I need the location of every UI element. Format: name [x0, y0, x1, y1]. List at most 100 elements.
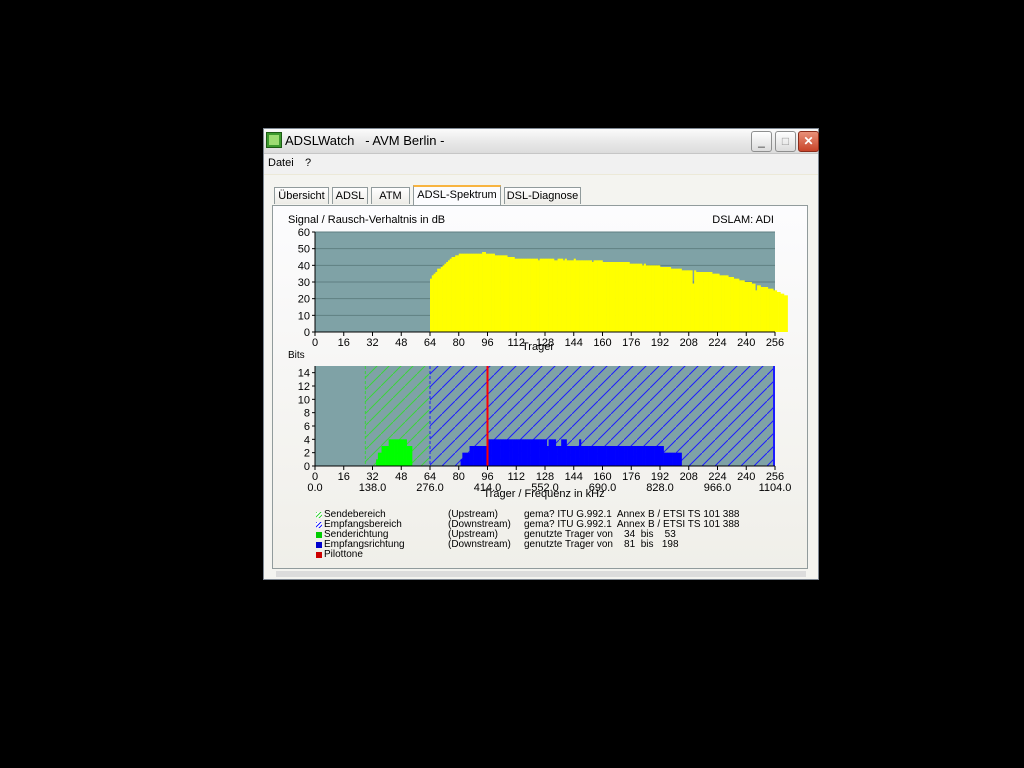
snr-bar: [771, 288, 774, 332]
snr-bar: [649, 265, 652, 332]
minimize-button[interactable]: _: [751, 131, 772, 152]
bits-bar-empfangsrichtung: [604, 446, 607, 466]
tab-adsl[interactable]: ADSL: [332, 187, 368, 204]
snr-bar: [431, 275, 434, 332]
bits-bar-empfangsrichtung: [469, 446, 472, 466]
snr-y-tick-label: 30: [298, 277, 310, 289]
snr-x-tick-label: 96: [481, 337, 493, 349]
snr-bar: [552, 258, 555, 332]
snr-bar: [539, 258, 542, 332]
legend-swatch-pilottone: [316, 552, 322, 558]
bits-bar-empfangsrichtung: [593, 446, 596, 466]
bits-y-tick-label: 14: [298, 368, 310, 380]
bits-bar-empfangsrichtung: [571, 446, 575, 466]
bits-bar-empfangsrichtung: [570, 446, 573, 466]
legend-direction: (Downstream): [448, 539, 511, 550]
tab-dsl-diagnose[interactable]: DSL-Diagnose: [504, 187, 581, 204]
snr-bar: [634, 263, 637, 332]
snr-bar: [548, 258, 551, 332]
snr-bar: [580, 260, 584, 332]
bits-bar-empfangsrichtung: [552, 439, 555, 466]
bits-x-tick-label: 16: [338, 471, 350, 483]
snr-bar: [674, 268, 677, 332]
menu-help[interactable]: ?: [305, 157, 311, 169]
bits-bar-empfangsrichtung: [550, 439, 553, 466]
snr-bar: [460, 253, 463, 332]
snr-bar: [573, 258, 576, 332]
tab-ubersicht[interactable]: Übersicht: [274, 187, 329, 204]
snr-bar: [536, 258, 539, 332]
snr-bar: [597, 260, 600, 332]
snr-bar: [571, 260, 575, 332]
menu-datei[interactable]: Datei: [268, 157, 294, 169]
snr-bar: [764, 287, 767, 332]
snr-x-tick-label: 256: [766, 337, 784, 349]
bits-bar-senderichtung: [390, 439, 393, 466]
snr-x-tick-label: 160: [593, 337, 611, 349]
bits-bar-empfangsrichtung: [503, 439, 506, 466]
snr-bar: [753, 283, 756, 332]
bits-bar-empfangsrichtung: [584, 446, 587, 466]
snr-bar: [537, 260, 540, 332]
snr-bar: [478, 253, 481, 332]
bits-bar-empfangsrichtung: [595, 446, 598, 466]
snr-bar: [758, 285, 761, 332]
bits-bar-senderichtung: [404, 439, 407, 466]
bits-bar-empfangsrichtung: [625, 446, 628, 466]
bits-y-axis-label: Bits: [288, 350, 305, 361]
snr-bar: [485, 253, 488, 332]
bits-bar-senderichtung: [401, 439, 404, 466]
maximize-button[interactable]: □: [775, 131, 796, 152]
bits-bar-senderichtung: [388, 439, 391, 466]
bits-bar-empfangsrichtung: [494, 439, 497, 466]
snr-bar: [503, 255, 506, 332]
bits-bar-empfangsrichtung: [679, 452, 682, 466]
snr-bar: [559, 258, 562, 332]
snr-x-tick-label: 224: [708, 337, 726, 349]
snr-bar: [721, 275, 724, 332]
bits-bar-empfangsrichtung: [668, 452, 672, 466]
bits-x-tick-label: 176: [622, 471, 640, 483]
snr-bar: [668, 267, 672, 332]
snr-bar: [704, 272, 708, 332]
bits-plot: 024681012140 16 32 48 64 80 96 112 128 144 160 176 1…: [298, 366, 791, 494]
snr-bar: [730, 277, 733, 332]
bits-bar-empfangsrichtung: [606, 446, 609, 466]
snr-bar: [519, 258, 522, 332]
snr-bar: [735, 278, 738, 332]
bits-bar-empfangsrichtung: [638, 446, 641, 466]
tab-adsl-spektrum[interactable]: ADSL-Spektrum: [413, 185, 501, 205]
snr-bar: [740, 280, 743, 332]
snr-bar: [627, 262, 630, 332]
snr-x-tick-label: 64: [424, 337, 436, 349]
snr-bar: [516, 258, 519, 332]
snr-bar: [676, 268, 679, 332]
snr-x-tick-label: 192: [651, 337, 669, 349]
snr-bar: [591, 262, 594, 332]
snr-bar: [625, 262, 628, 332]
snr-bar: [455, 255, 458, 332]
bits-bar-empfangsrichtung: [661, 446, 664, 466]
bits-bar-empfangsrichtung: [616, 446, 619, 466]
bits-freq-tick-label: 414.0: [474, 482, 502, 494]
snr-bar: [658, 265, 661, 332]
bits-bar-empfangsrichtung: [559, 446, 562, 466]
snr-bar: [480, 253, 483, 332]
snr-bar: [677, 268, 681, 332]
snr-bar: [762, 287, 765, 332]
snr-bar: [713, 273, 717, 332]
snr-bar: [600, 260, 603, 332]
close-button[interactable]: ✕: [798, 131, 819, 152]
legend-swatch-empfangsbereich: [316, 522, 322, 528]
snr-x-tick-label: 128: [536, 337, 554, 349]
bits-bar-empfangsrichtung: [505, 439, 508, 466]
snr-y-tick-label: 40: [298, 260, 310, 272]
bits-freq-tick-label: 138.0: [359, 482, 387, 494]
bits-bar-empfangsrichtung: [514, 439, 517, 466]
snr-bar: [444, 263, 447, 332]
snr-bar: [458, 253, 461, 332]
snr-bar: [456, 255, 460, 332]
title-bar[interactable]: ADSLWatch - AVM Berlin - _ □ ✕: [264, 129, 819, 154]
snr-bar: [532, 258, 535, 332]
tab-atm[interactable]: ATM: [371, 187, 410, 204]
